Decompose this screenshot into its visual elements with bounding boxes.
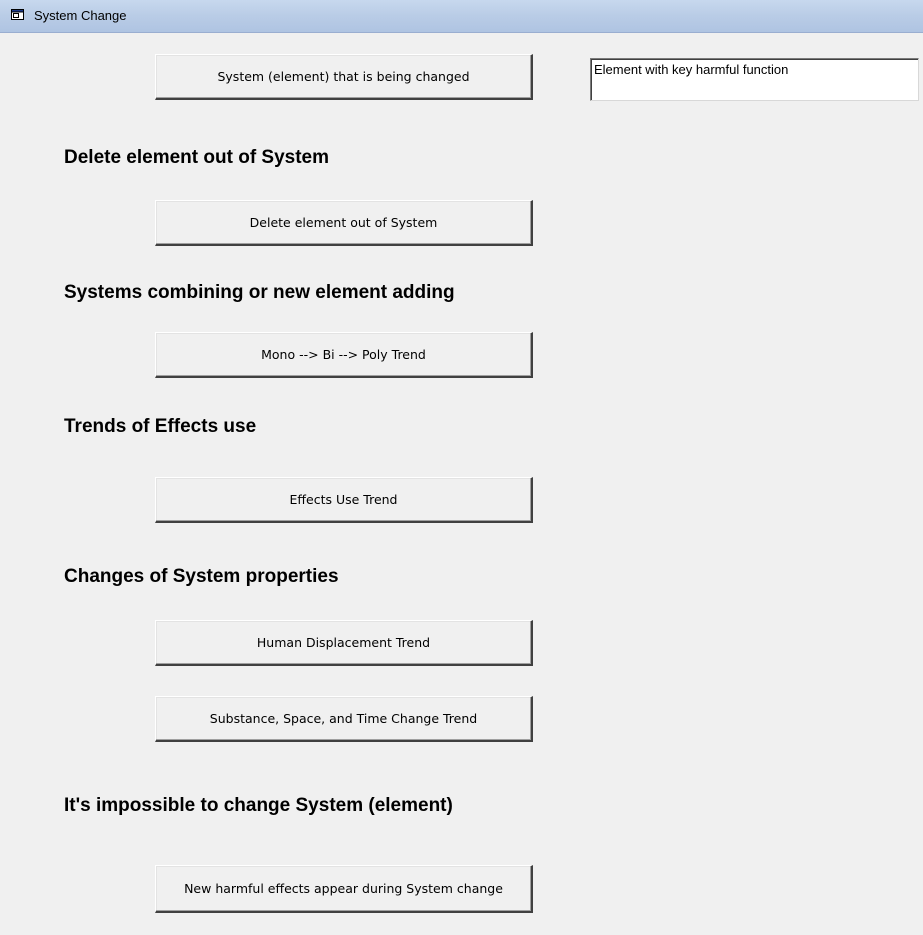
title-bar: System Change	[0, 0, 923, 33]
human-displacement-trend-button[interactable]: Human Displacement Trend	[155, 620, 533, 666]
delete-element-button[interactable]: Delete element out of System	[155, 200, 533, 246]
section-heading-impossible: It's impossible to change System (elemen…	[64, 795, 453, 816]
section-heading-delete: Delete element out of System	[64, 147, 330, 168]
substance-space-time-trend-button[interactable]: Substance, Space, and Time Change Trend	[155, 696, 533, 742]
window-icon	[11, 9, 24, 20]
new-harmful-effects-button[interactable]: New harmful effects appear during System…	[155, 865, 533, 913]
section-heading-effects: Trends of Effects use	[64, 416, 257, 437]
system-element-button[interactable]: System (element) that is being changed	[155, 54, 533, 100]
window-title: System Change	[34, 8, 127, 23]
mono-bi-poly-trend-button[interactable]: Mono --> Bi --> Poly Trend	[155, 332, 533, 378]
section-heading-combining: Systems combining or new element adding	[64, 282, 455, 303]
key-harmful-function-field[interactable]: Element with key harmful function	[590, 58, 919, 101]
effects-use-trend-button[interactable]: Effects Use Trend	[155, 477, 533, 523]
section-heading-properties: Changes of System properties	[64, 566, 339, 587]
